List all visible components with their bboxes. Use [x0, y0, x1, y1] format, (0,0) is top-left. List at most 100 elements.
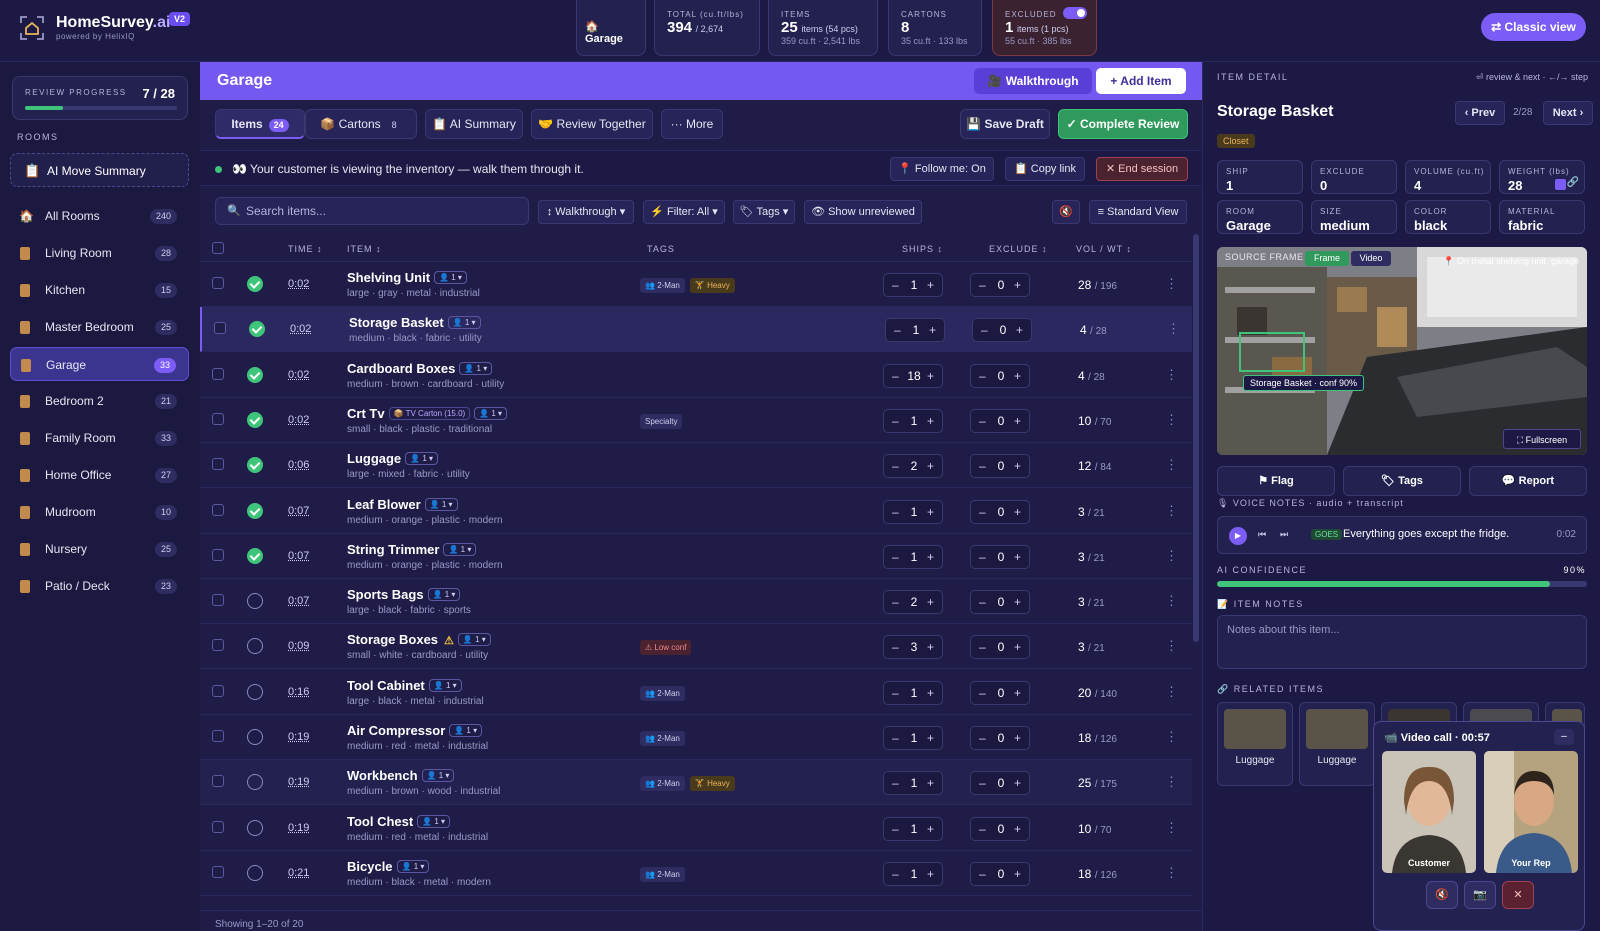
tags-button[interactable]: 🏷 Tags	[1343, 466, 1461, 496]
table-row[interactable]: 0:07 String Trimmer 👤 1 ▾ medium · orange ·…	[200, 534, 1192, 579]
table-row[interactable]: 0:02 Storage Basket 👤 1 ▾ medium · black · …	[200, 307, 1192, 353]
table-row[interactable]: 0:19 Tool Chest 👤 1 ▾ medium · red · metal …	[200, 806, 1192, 851]
person-count-chip[interactable]: 👤 1 ▾	[449, 724, 483, 737]
prev-button[interactable]: ‹ Prev	[1455, 101, 1505, 125]
row-checkbox[interactable]	[212, 594, 224, 607]
tags-dropdown[interactable]: 🏷 Tags ▾	[733, 200, 795, 224]
exclude-stepper[interactable]: –0 +	[970, 363, 1030, 388]
review-status-icon[interactable]	[247, 864, 263, 881]
mute-button[interactable]: 🔇	[1426, 881, 1458, 909]
ships-stepper[interactable]: –1 +	[883, 273, 943, 297]
timestamp-link[interactable]: 0:19	[288, 776, 309, 788]
next-button[interactable]: Next ›	[1543, 101, 1593, 125]
more-icon[interactable]: ⋮	[1165, 367, 1178, 383]
exclude-stepper[interactable]: –0 +	[970, 590, 1030, 615]
sidebar-item-room[interactable]: Bedroom 2 21	[10, 384, 189, 418]
row-checkbox[interactable]	[212, 775, 224, 788]
plus-button[interactable]: +	[1014, 369, 1021, 383]
plus-button[interactable]: +	[1014, 505, 1021, 519]
video-toggle[interactable]: Video	[1351, 251, 1391, 266]
location-tag[interactable]: Closet	[1217, 134, 1255, 148]
mic-off-button[interactable]: 🔇	[1052, 200, 1080, 224]
plus-button[interactable]: +	[1014, 595, 1021, 609]
forward-icon[interactable]: ⏭	[1280, 529, 1288, 540]
exclude-stepper[interactable]: –0 +	[970, 816, 1030, 841]
timestamp-link[interactable]: 0:07	[288, 595, 309, 607]
row-checkbox[interactable]	[212, 277, 224, 289]
carton-chip[interactable]: 📦 TV Carton (15.0)	[388, 406, 471, 420]
ships-stepper[interactable]: –1 +	[885, 318, 945, 343]
more-icon[interactable]: ⋮	[1165, 457, 1178, 473]
hang-up-button[interactable]: ✕	[1502, 881, 1534, 909]
timestamp-link[interactable]: 0:02	[288, 278, 309, 290]
more-icon[interactable]: ⋮	[1165, 276, 1178, 292]
review-status-icon[interactable]	[247, 547, 263, 564]
frame-toggle[interactable]: Frame	[1305, 251, 1349, 266]
sidebar-item-room[interactable]: Home Office 27	[10, 458, 189, 492]
ships-stepper[interactable]: –2 +	[883, 590, 943, 615]
end-session-button[interactable]: ✕ End session	[1096, 157, 1188, 181]
row-checkbox[interactable]	[214, 322, 226, 335]
plus-button[interactable]: +	[1014, 459, 1021, 473]
detail-field[interactable]: MATERIAL fabric	[1499, 200, 1585, 234]
sidebar-item-room[interactable]: Garage 33	[10, 347, 189, 381]
person-count-chip[interactable]: 👤 1 ▾	[417, 814, 451, 828]
exclude-stepper[interactable]: –0 +	[972, 318, 1032, 343]
table-row[interactable]: 0:02 Shelving Unit 👤 1 ▾ large · gray · met…	[200, 262, 1192, 307]
exclude-stepper[interactable]: –0 +	[970, 544, 1030, 569]
table-row[interactable]: 0:02 Crt Tv 📦 TV Carton (15.0) 👤 1 ▾ small ·…	[200, 398, 1192, 443]
row-checkbox[interactable]	[212, 548, 224, 561]
row-checkbox[interactable]	[212, 820, 224, 833]
detail-field[interactable]: EXCLUDE 0	[1311, 160, 1397, 194]
plus-button[interactable]: +	[927, 369, 934, 383]
timestamp-link[interactable]: 0:07	[288, 550, 309, 562]
review-status-icon[interactable]	[247, 457, 263, 474]
play-icon[interactable]: ▶	[1229, 527, 1247, 545]
more-icon[interactable]: ⋮	[1165, 548, 1178, 564]
row-checkbox[interactable]	[212, 684, 224, 697]
review-status-icon[interactable]	[249, 321, 265, 338]
more-icon[interactable]: ⋮	[1165, 638, 1178, 654]
plus-button[interactable]: +	[929, 323, 936, 337]
person-count-chip[interactable]: 👤 1 ▾	[434, 271, 467, 284]
search-input[interactable]: 🔍 Search items...	[215, 197, 529, 225]
report-button[interactable]: 💬 Report	[1469, 466, 1587, 496]
timestamp-link[interactable]: 0:21	[288, 867, 309, 879]
more-icon[interactable]: ⋮	[1165, 865, 1178, 881]
minimize-button[interactable]: –	[1554, 729, 1574, 745]
plus-button[interactable]: +	[1014, 776, 1021, 790]
person-count-chip[interactable]: 👤 1 ▾	[447, 316, 481, 330]
plus-button[interactable]: +	[927, 776, 934, 790]
fullscreen-button[interactable]: ⛶ Fullscreen	[1503, 429, 1581, 449]
sidebar-item-room[interactable]: Family Room 33	[10, 421, 189, 455]
person-count-chip[interactable]: 👤 1 ▾	[427, 588, 461, 602]
sidebar-item-room[interactable]: Master Bedroom 25	[10, 310, 189, 344]
weight-lock-checkbox[interactable]	[1555, 179, 1566, 190]
tab-more[interactable]: ··· More	[661, 109, 723, 139]
row-checkbox[interactable]	[212, 865, 224, 878]
person-count-chip[interactable]: 👤 1 ▾	[421, 769, 455, 783]
excluded-toggle[interactable]	[1063, 7, 1087, 19]
table-row[interactable]: 0:19 Air Compressor 👤 1 ▾ medium · red · me…	[200, 715, 1192, 760]
flag-button[interactable]: ⚑ Flag	[1217, 466, 1335, 496]
sidebar-item-room[interactable]: Nursery 25	[10, 532, 189, 566]
camera-button[interactable]: 📷	[1464, 881, 1496, 909]
review-status-icon[interactable]	[247, 638, 263, 655]
exclude-stepper[interactable]: –0 +	[970, 635, 1030, 660]
plus-button[interactable]: +	[927, 595, 934, 609]
related-item[interactable]: Luggage	[1299, 702, 1375, 786]
exclude-stepper[interactable]: –0 +	[970, 861, 1030, 886]
walkthrough-button[interactable]: 🎥 Walkthrough	[974, 68, 1092, 94]
plus-button[interactable]: +	[927, 414, 934, 428]
detail-field[interactable]: SIZE medium	[1311, 200, 1397, 234]
more-icon[interactable]: ⋮	[1165, 593, 1178, 609]
ships-stepper[interactable]: –18 +	[883, 363, 943, 388]
tab-items[interactable]: Items 24	[215, 109, 305, 139]
plus-button[interactable]: +	[927, 278, 934, 292]
exclude-stepper[interactable]: –0 +	[970, 454, 1030, 479]
tab-ai-summary[interactable]: 📋 AI Summary	[425, 109, 523, 139]
more-icon[interactable]: ⋮	[1165, 412, 1178, 428]
timestamp-link[interactable]: 0:06	[288, 459, 309, 471]
table-scrollbar[interactable]	[1193, 234, 1199, 642]
review-status-icon[interactable]	[247, 819, 263, 836]
